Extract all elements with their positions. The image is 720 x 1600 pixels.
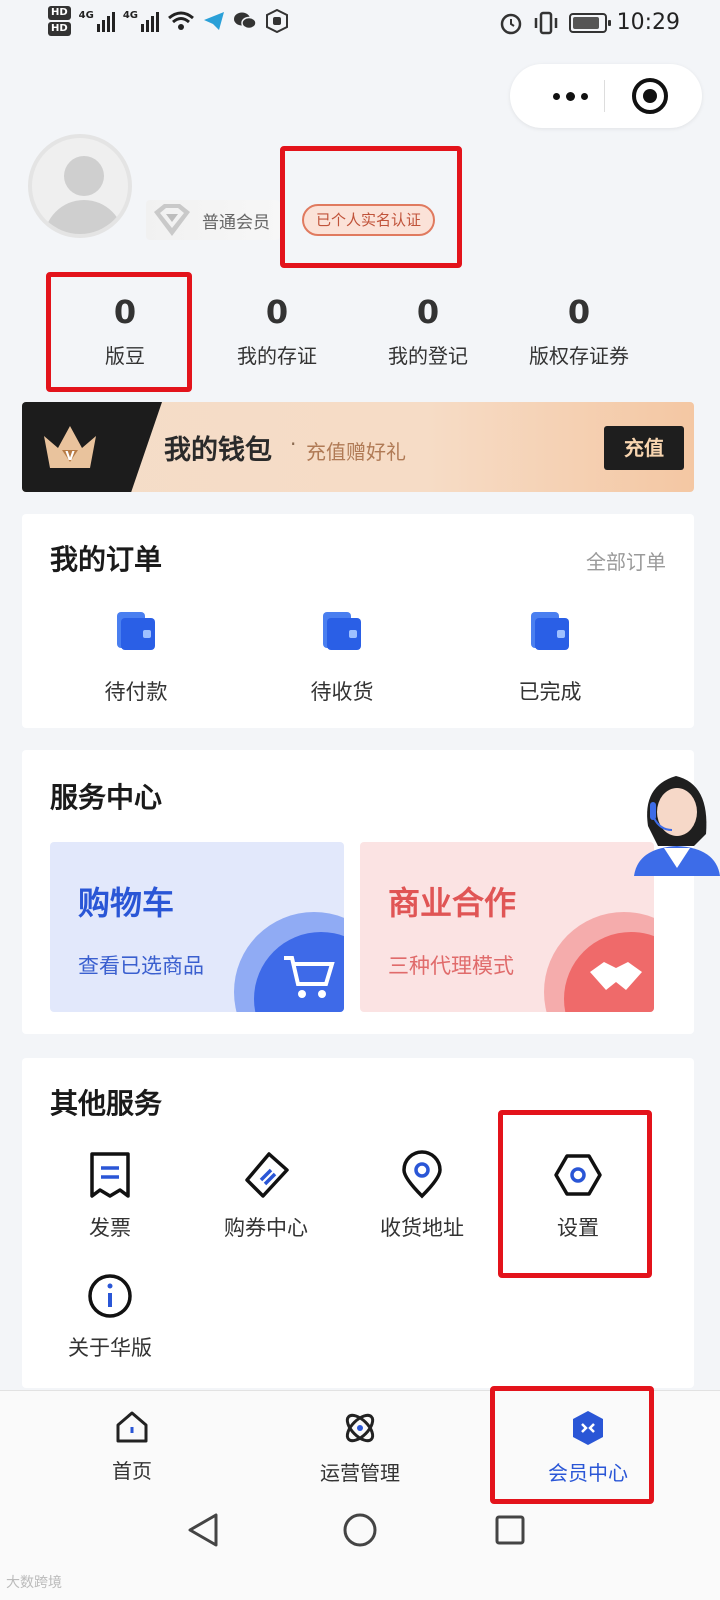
service-ticket-center[interactable]: 购券中心: [186, 1150, 346, 1242]
handshake-icon: [590, 962, 642, 990]
stat-label: 我的登记: [388, 344, 468, 368]
stat-label: 我的存证: [237, 344, 317, 368]
service-invoice[interactable]: 发票: [30, 1150, 190, 1242]
order-label: 待收货: [310, 680, 374, 704]
signal-icon: 4G: [79, 10, 115, 32]
location-icon: [402, 1150, 442, 1199]
wallet-icon: [531, 612, 569, 650]
alarm-icon: [500, 13, 521, 34]
service-label: 关于华版: [68, 1336, 152, 1360]
service-label: 发票: [89, 1216, 131, 1240]
info-icon: [88, 1274, 132, 1318]
stat-my-evidence[interactable]: 0 我的存证: [200, 290, 354, 369]
tab-bar: 首页 运营管理 会员中心: [0, 1390, 720, 1502]
service-center-card: 服务中心 购物车 查看已选商品 商业合作 三种代理模式: [22, 750, 694, 1034]
business-cooperation-card[interactable]: 商业合作 三种代理模式: [360, 842, 654, 1012]
close-mini-program-icon[interactable]: [632, 78, 668, 114]
order-completed[interactable]: 已完成: [470, 610, 630, 706]
service-label: 收货地址: [380, 1216, 464, 1240]
stat-value: 0: [113, 293, 137, 331]
tab-member-center[interactable]: 会员中心: [508, 1409, 668, 1486]
order-pending-payment[interactable]: 待付款: [56, 610, 216, 706]
stat-value: 0: [416, 293, 440, 331]
hand-icon: [266, 9, 289, 33]
vibrate-icon: [534, 11, 557, 34]
status-time: 10:29: [616, 10, 680, 35]
invoice-icon: [90, 1152, 130, 1198]
tab-operations[interactable]: 运营管理: [280, 1409, 440, 1486]
verified-badge: 已个人实名认证: [302, 204, 436, 236]
stat-value: 0: [265, 293, 289, 331]
shopping-cart-subtitle: 查看已选商品: [78, 954, 204, 978]
stat-copyright-voucher[interactable]: 0 版权存证券: [502, 290, 656, 369]
stat-my-registration[interactable]: 0 我的登记: [351, 290, 505, 369]
all-orders-link[interactable]: 全部订单: [586, 546, 666, 575]
crown-icon: V: [44, 426, 96, 468]
orders-title: 我的订单: [50, 543, 163, 576]
diamond-icon: [154, 204, 190, 236]
stat-value: 0: [567, 293, 591, 331]
stat-label: 版权存证券: [529, 344, 629, 368]
business-cooperation-subtitle: 三种代理模式: [388, 954, 514, 978]
mini-program-capsule: [510, 64, 702, 128]
home-button-icon[interactable]: [342, 1512, 378, 1548]
status-bar: HD HD 4G 4G 10:29: [0, 0, 720, 50]
stats-row: 0 版豆 0 我的存证 0 我的登记 0 版权存证券: [48, 290, 668, 390]
wallet-separator: ·: [290, 432, 297, 456]
service-about[interactable]: 关于华版: [30, 1272, 190, 1362]
system-navigation-bar: [0, 1502, 720, 1600]
tab-label: 会员中心: [548, 1461, 628, 1485]
member-level-label: 普通会员: [202, 212, 270, 233]
service-settings[interactable]: 设置: [498, 1150, 658, 1242]
wallet-banner[interactable]: V 我的钱包 · 充值赠好礼 充值: [22, 402, 694, 492]
recents-icon[interactable]: [494, 1514, 526, 1546]
stat-banbean[interactable]: 0 版豆: [48, 290, 202, 369]
service-label: 设置: [557, 1216, 599, 1240]
service-center-title: 服务中心: [50, 781, 163, 814]
recharge-button[interactable]: 充值: [604, 426, 684, 470]
telegram-icon: [204, 12, 225, 30]
shopping-cart-card[interactable]: 购物车 查看已选商品: [50, 842, 344, 1012]
ticket-icon: [245, 1152, 289, 1198]
shopping-cart-title: 购物车: [78, 884, 175, 922]
order-label: 待付款: [104, 680, 168, 704]
cart-icon: [284, 956, 335, 998]
wallet-icon: [117, 612, 155, 650]
member-level-badge: 普通会员: [146, 200, 280, 240]
other-services-card: 其他服务 发票 购券中心 收货地址 设置 关于华版: [22, 1058, 694, 1388]
tab-label: 运营管理: [320, 1461, 400, 1485]
settings-icon: [554, 1154, 602, 1196]
back-icon[interactable]: [186, 1512, 220, 1548]
stat-label: 版豆: [105, 344, 145, 368]
wallet-title: 我的钱包: [164, 435, 272, 466]
wifi-icon: [168, 11, 194, 30]
wallet-icon: [323, 612, 361, 650]
avatar[interactable]: [28, 134, 132, 238]
tab-label: 首页: [112, 1459, 152, 1483]
battery-icon: [568, 12, 611, 33]
operations-icon: [345, 1413, 375, 1443]
wallet-subtitle: 充值赠好礼: [306, 440, 406, 464]
other-services-title: 其他服务: [50, 1087, 163, 1120]
service-label: 购券中心: [224, 1216, 308, 1240]
tab-home[interactable]: 首页: [52, 1409, 212, 1484]
order-label: 已完成: [518, 680, 582, 704]
service-delivery-address[interactable]: 收货地址: [342, 1150, 502, 1242]
signal-icon: 4G: [123, 10, 160, 32]
wechat-icon: [234, 12, 257, 30]
svg-text:V: V: [65, 449, 75, 463]
business-cooperation-title: 商业合作: [388, 884, 517, 922]
watermark: 大数跨境: [6, 1575, 62, 1591]
customer-service-icon[interactable]: [634, 756, 720, 876]
orders-card: 我的订单 全部订单 待付款 待收货 已完成: [22, 514, 694, 728]
more-menu-icon[interactable]: [540, 64, 600, 128]
home-icon: [116, 1411, 148, 1443]
order-pending-delivery[interactable]: 待收货: [262, 610, 422, 706]
member-center-icon: [573, 1411, 603, 1445]
hd-icon: HD HD: [48, 6, 71, 36]
